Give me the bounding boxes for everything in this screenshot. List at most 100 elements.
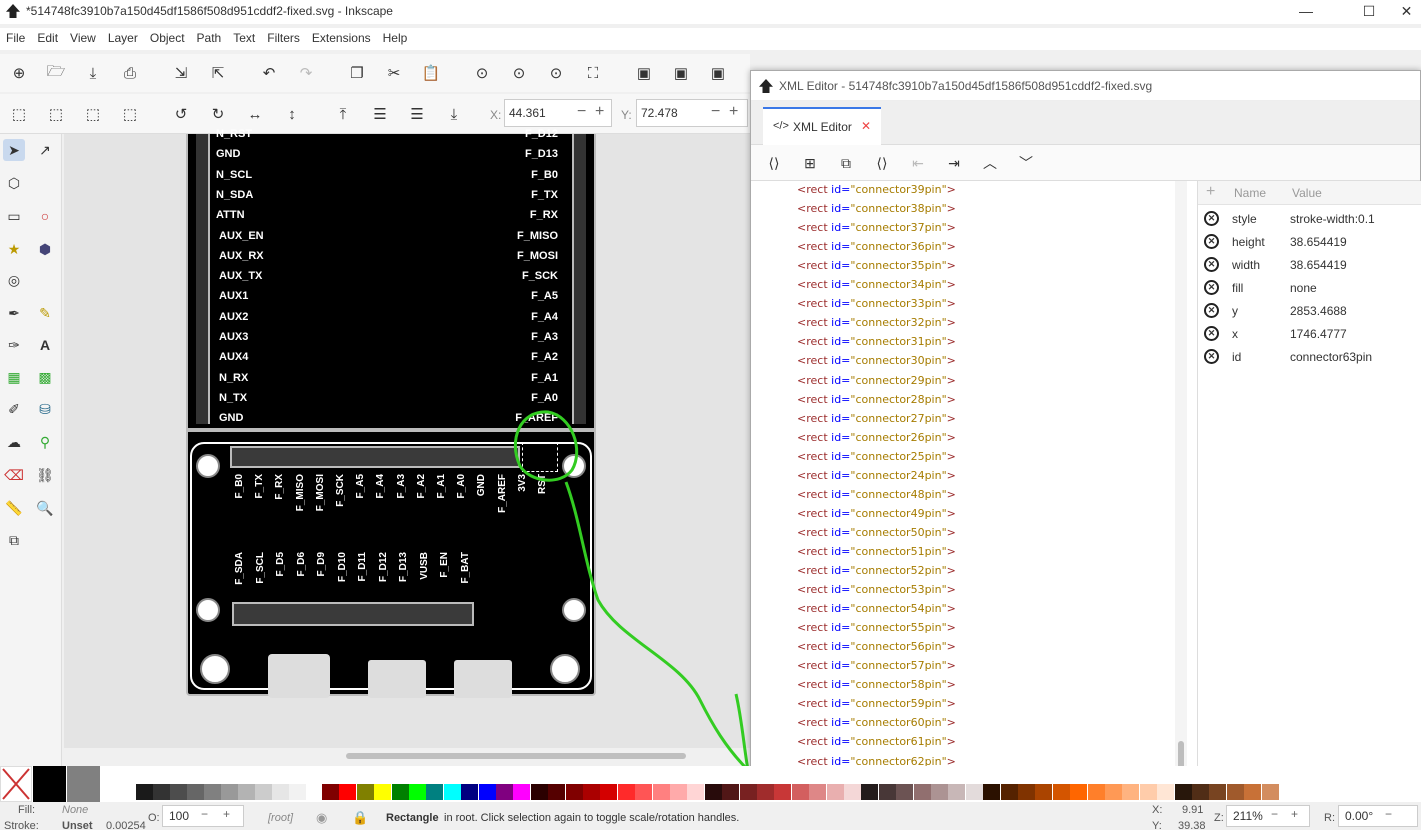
- menu-edit[interactable]: Edit: [31, 28, 64, 50]
- zoom-page-icon[interactable]: ⊙: [545, 62, 567, 84]
- color-swatch[interactable]: [255, 784, 272, 800]
- selector-tool-icon[interactable]: ➤: [3, 139, 25, 161]
- color-swatch[interactable]: [1070, 784, 1088, 800]
- attribute-value[interactable]: 2853.4688: [1290, 304, 1347, 318]
- attribute-name[interactable]: fill: [1232, 281, 1243, 295]
- color-swatch[interactable]: [530, 784, 548, 800]
- menu-path[interactable]: Path: [191, 28, 228, 50]
- xml-node-row[interactable]: <rect id="connector31pin">: [757, 333, 1173, 352]
- color-swatch[interactable]: [896, 784, 914, 800]
- xml-node-row[interactable]: <rect id="connector33pin">: [757, 295, 1173, 314]
- color-swatch[interactable]: [1122, 784, 1140, 800]
- zoom-plus-button[interactable]: +: [1291, 807, 1298, 821]
- color-swatch[interactable]: [635, 784, 653, 800]
- color-swatch[interactable]: [583, 784, 600, 800]
- raise-node-icon[interactable]: ︿: [979, 152, 1001, 174]
- color-swatch[interactable]: [965, 784, 983, 800]
- attribute-row[interactable]: ✕ y 2853.4688: [1198, 300, 1421, 323]
- xml-node-tree[interactable]: <rect id="connector39pin"> <rect id="conn…: [757, 181, 1173, 789]
- fill-value[interactable]: None: [62, 804, 88, 816]
- color-swatch[interactable]: [617, 784, 635, 800]
- attribute-value[interactable]: connector63pin: [1290, 350, 1372, 364]
- indent-node-icon[interactable]: ⇥: [943, 152, 965, 174]
- attribute-value[interactable]: none: [1290, 281, 1317, 295]
- rotate-ccw-icon[interactable]: ↺: [170, 103, 192, 125]
- attribute-value[interactable]: stroke-width:0.1: [1290, 212, 1375, 226]
- color-swatch[interactable]: [913, 784, 931, 800]
- select-same-icon[interactable]: ⬚: [82, 103, 104, 125]
- xml-node-row[interactable]: <rect id="connector34pin">: [757, 276, 1173, 295]
- color-swatch[interactable]: [204, 784, 221, 800]
- xml-node-row[interactable]: <rect id="connector28pin">: [757, 391, 1173, 410]
- y-plus-button[interactable]: +: [729, 103, 738, 121]
- color-swatch[interactable]: [322, 784, 339, 800]
- pages-tool-icon[interactable]: ⧉: [3, 529, 25, 551]
- menu-object[interactable]: Object: [144, 28, 191, 50]
- gray-swatch[interactable]: [67, 766, 100, 802]
- clone-icon[interactable]: ▣: [707, 62, 729, 84]
- select-all-layers-icon[interactable]: ⬚: [45, 103, 67, 125]
- connector-tool-icon[interactable]: ⚲: [34, 431, 56, 453]
- cut-icon[interactable]: ✂: [383, 62, 405, 84]
- lower-node-icon[interactable]: ﹀: [1015, 152, 1037, 174]
- color-swatch[interactable]: [339, 784, 357, 800]
- deselect-icon[interactable]: ⬚: [119, 103, 141, 125]
- color-swatch[interactable]: [670, 784, 687, 800]
- raise-icon[interactable]: ☰: [369, 103, 391, 125]
- rectangle-tool-icon[interactable]: ▭: [3, 205, 25, 227]
- color-swatch[interactable]: [1105, 784, 1122, 800]
- menu-layer[interactable]: Layer: [102, 28, 144, 50]
- stroke-width-value[interactable]: 0.00254: [106, 820, 146, 830]
- minimize-button[interactable]: —: [1283, 0, 1329, 24]
- attribute-row[interactable]: ✕ width 38.654419: [1198, 254, 1421, 277]
- mesh-tool-icon[interactable]: ▩: [34, 366, 56, 388]
- delete-node-icon[interactable]: ⟨⟩: [871, 152, 893, 174]
- color-swatch[interactable]: [1174, 784, 1192, 800]
- xml-node-row[interactable]: <rect id="connector29pin">: [757, 372, 1173, 391]
- attribute-row[interactable]: ✕ height 38.654419: [1198, 231, 1421, 254]
- no-paint-swatch[interactable]: [0, 766, 32, 802]
- featherwing-board[interactable]: F_B0 F_TX F_RX F_MISO F_MOSI F_SCK F_A5 F_A4 F_A…: [186, 430, 596, 698]
- delete-attribute-icon[interactable]: ✕: [1204, 303, 1219, 318]
- color-swatch[interactable]: [478, 784, 496, 800]
- attribute-row[interactable]: ✕ id connector63pin: [1198, 346, 1421, 369]
- delete-attribute-icon[interactable]: ✕: [1204, 280, 1219, 295]
- dropper-tool-icon[interactable]: ✐: [3, 398, 25, 420]
- star-tool-icon[interactable]: ★: [3, 238, 25, 260]
- color-swatch[interactable]: [513, 784, 531, 800]
- 3d-box-tool-icon[interactable]: ⬢: [34, 238, 56, 260]
- lower-to-bottom-icon[interactable]: ⤓: [443, 103, 465, 125]
- delete-attribute-icon[interactable]: ✕: [1204, 211, 1219, 226]
- opacity-input[interactable]: 100 − +: [162, 805, 244, 827]
- menu-file[interactable]: File: [0, 28, 31, 50]
- xml-node-row[interactable]: <rect id="connector59pin">: [757, 695, 1173, 714]
- zoom-tool-icon[interactable]: 🔍: [34, 497, 56, 519]
- rotate-cw-icon[interactable]: ↻: [207, 103, 229, 125]
- zoom-width-icon[interactable]: ⛶: [582, 62, 604, 84]
- black-swatch[interactable]: [33, 766, 66, 802]
- drawing-canvas[interactable]: N_RST GND N_SCL N_SDA ATTN AUX_EN AUX_RX AUX_TX…: [64, 128, 750, 748]
- color-swatch[interactable]: [306, 784, 323, 800]
- flip-horizontal-icon[interactable]: ↔: [244, 103, 266, 125]
- redo-icon[interactable]: ↷: [295, 62, 317, 84]
- layer-lock-icon[interactable]: 🔒: [352, 810, 368, 826]
- color-swatch[interactable]: [826, 784, 844, 800]
- opacity-plus-button[interactable]: +: [223, 807, 230, 821]
- lpe-tool-icon[interactable]: ⛓: [34, 464, 56, 486]
- color-swatch[interactable]: [687, 784, 705, 800]
- attribute-name[interactable]: height: [1232, 235, 1265, 249]
- new-element-node-icon[interactable]: ⟨⟩: [763, 152, 785, 174]
- layer-visibility-icon[interactable]: ◉: [316, 810, 327, 826]
- xml-node-row[interactable]: <rect id="connector27pin">: [757, 410, 1173, 429]
- unindent-node-icon[interactable]: ⇤: [907, 152, 929, 174]
- color-swatch[interactable]: [739, 784, 757, 800]
- gradient-tool-icon[interactable]: ▦: [3, 366, 25, 388]
- color-swatch[interactable]: [1139, 784, 1157, 800]
- measure-tool-icon[interactable]: 📏: [3, 497, 25, 519]
- xml-node-row[interactable]: <rect id="connector55pin">: [757, 619, 1173, 638]
- delete-attribute-icon[interactable]: ✕: [1204, 326, 1219, 341]
- attribute-name[interactable]: id: [1232, 350, 1241, 364]
- color-swatch[interactable]: [948, 784, 966, 800]
- duplicate-node-icon[interactable]: ⧉: [835, 152, 857, 174]
- save-icon[interactable]: ⤓: [82, 62, 104, 84]
